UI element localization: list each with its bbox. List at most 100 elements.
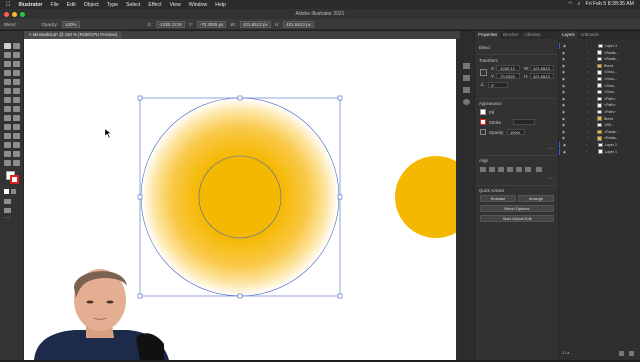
expand-chevron-icon[interactable]: › [588, 83, 589, 89]
stroke-weight-field[interactable] [513, 119, 535, 125]
visibility-eye-icon[interactable]: ◉ [562, 122, 565, 128]
start-global-edit-button[interactable]: Start Global Edit [480, 215, 554, 222]
tab-brushes[interactable]: Brushes [500, 31, 521, 39]
rotate-tool-icon[interactable] [4, 97, 11, 103]
curvature-tool-icon[interactable] [13, 61, 20, 67]
line-tool-icon[interactable] [13, 70, 20, 76]
pencil-tool-icon[interactable] [4, 88, 11, 94]
layer-row[interactable]: ◉ › <Path> [559, 96, 640, 102]
layer-row[interactable]: ◉ › <Grou... [559, 83, 640, 89]
selection-tool-icon[interactable] [4, 43, 11, 49]
opacity-field[interactable]: 100% [507, 129, 525, 135]
visibility-eye-icon[interactable]: ◉ [562, 135, 565, 141]
visibility-eye-icon[interactable]: ◉ [562, 83, 565, 89]
swatches-panel-icon[interactable] [463, 75, 470, 81]
search-icon[interactable]: ⌕ [578, 1, 581, 8]
x-field[interactable]: -1030.1218 [155, 20, 185, 28]
magic-wand-tool-icon[interactable] [4, 52, 11, 58]
artboard-tool-icon[interactable] [4, 151, 11, 157]
apple-icon[interactable]:  [6, 2, 11, 8]
visibility-eye-icon[interactable]: ◉ [562, 50, 565, 56]
expand-chevron-icon[interactable]: › [587, 135, 588, 141]
menu-type[interactable]: Type [107, 2, 118, 8]
paintbrush-tool-icon[interactable] [13, 79, 20, 85]
zoom-window-button[interactable] [20, 11, 25, 17]
y-field[interactable]: -70.2925 px [196, 20, 227, 28]
align-left-icon[interactable] [480, 167, 486, 172]
visibility-eye-icon[interactable]: ◉ [563, 142, 566, 148]
expand-chevron-icon[interactable]: › [587, 129, 588, 135]
gradient-mode-icon[interactable] [11, 189, 16, 194]
x-field[interactable]: -1030.12 [496, 65, 520, 71]
visibility-eye-icon[interactable]: ◉ [562, 109, 565, 115]
angle-field[interactable]: 0° [488, 82, 508, 88]
width-tool-icon[interactable] [4, 106, 11, 112]
resize-handle-right[interactable] [337, 194, 343, 200]
tab-properties[interactable]: Properties [475, 31, 501, 39]
layer-row[interactable]: ◉ › <Radia... [559, 56, 640, 62]
tab-libraries[interactable]: Libraries [521, 31, 543, 39]
expand-chevron-icon[interactable]: › [588, 102, 589, 108]
minimize-window-button[interactable] [12, 11, 17, 17]
tab-layers[interactable]: Layers [559, 31, 578, 39]
scale-tool-icon[interactable] [13, 97, 20, 103]
expand-chevron-icon[interactable]: › [586, 43, 587, 49]
reference-point-icon[interactable] [480, 69, 487, 76]
layer-row[interactable]: ◉ › <Radia... [559, 135, 640, 141]
more-options-icon[interactable]: ··· [549, 147, 555, 152]
expand-chevron-icon[interactable]: › [586, 149, 587, 155]
w-field[interactable]: 421.6513 px [239, 20, 271, 28]
blend-options-button[interactable]: Blend Options [480, 205, 554, 212]
resize-handle-top-left[interactable] [137, 95, 143, 101]
visibility-eye-icon[interactable]: ◉ [562, 63, 565, 69]
expand-chevron-icon[interactable]: › [586, 142, 587, 148]
h-field[interactable]: 421.6513 px [283, 20, 314, 28]
tab-artboards[interactable]: Artboards [578, 31, 602, 39]
expand-chevron-icon[interactable]: › [587, 56, 588, 62]
resize-handle-bottom-right[interactable] [337, 293, 343, 299]
stroke-panel-icon[interactable] [463, 87, 470, 93]
color-mode-icon[interactable] [4, 189, 9, 194]
perspective-grid-tool-icon[interactable] [13, 115, 20, 121]
slice-tool-icon[interactable] [13, 151, 20, 157]
align-horizontal-center-icon[interactable] [489, 167, 495, 172]
visibility-eye-icon[interactable]: ◉ [562, 69, 565, 75]
align-vertical-center-icon[interactable] [516, 167, 522, 172]
gradient-tool-icon[interactable] [13, 124, 20, 130]
layer-row[interactable]: ◉ › <Path> [559, 102, 640, 108]
resize-handle-bottom[interactable] [237, 293, 243, 299]
hand-tool-icon[interactable] [4, 160, 11, 166]
solid-sun-circle[interactable] [395, 156, 456, 238]
direct-selection-tool-icon[interactable] [13, 43, 20, 49]
graph-tool-icon[interactable] [13, 142, 20, 148]
stroke-swatch[interactable] [10, 175, 19, 184]
expand-chevron-icon[interactable]: › [587, 116, 588, 122]
layer-row[interactable]: ◉ › Layer 2 [559, 142, 640, 149]
align-bottom-icon[interactable] [525, 167, 531, 172]
menu-select[interactable]: Select [126, 2, 140, 8]
layer-row[interactable]: ◉ › <Radia... [559, 129, 640, 135]
visibility-eye-icon[interactable]: ◉ [562, 129, 565, 135]
h-field[interactable]: 421.6513 [530, 73, 554, 79]
layer-row[interactable]: ◉ › <Grou... [559, 69, 640, 75]
layer-row[interactable]: ◉ › Blend [559, 116, 640, 122]
visibility-eye-icon[interactable]: ◉ [563, 149, 566, 155]
close-tab-icon[interactable]: × [29, 32, 32, 37]
y-field[interactable]: -70.2925 [496, 73, 520, 79]
draw-mode-icon[interactable] [4, 199, 11, 204]
pen-tool-icon[interactable] [4, 61, 11, 67]
layer-row[interactable]: ◉ › <Grou... [559, 89, 640, 95]
expand-chevron-icon[interactable]: › [587, 122, 588, 128]
color-panel-icon[interactable] [463, 63, 470, 69]
menu-file[interactable]: File [50, 2, 58, 8]
align-top-icon[interactable] [507, 167, 513, 172]
rectangle-tool-icon[interactable] [4, 79, 11, 85]
menu-view[interactable]: View [170, 2, 181, 8]
layer-row[interactable]: ◉ › Layer 3 [559, 43, 640, 50]
delete-layer-icon[interactable] [629, 351, 634, 356]
menu-edit[interactable]: Edit [67, 2, 76, 8]
layer-row[interactable]: ◉ › <Path> [559, 109, 640, 115]
resize-handle-left[interactable] [137, 194, 143, 200]
resize-handle-top[interactable] [237, 95, 243, 101]
visibility-eye-icon[interactable]: ◉ [562, 116, 565, 122]
